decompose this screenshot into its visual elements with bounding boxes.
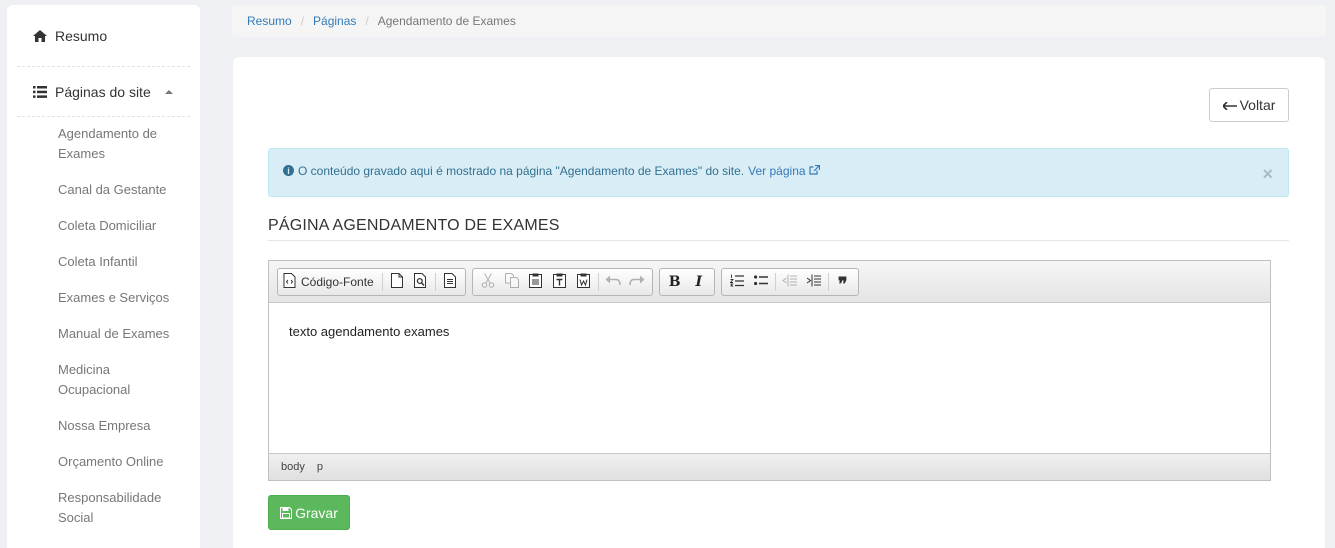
templates-button[interactable]: [438, 271, 462, 293]
breadcrumb: Resumo / Páginas / Agendamento de Exames: [232, 5, 1326, 37]
back-button-label: Voltar: [1239, 97, 1276, 113]
toolbar-separator: [597, 272, 599, 291]
external-link-icon: [809, 164, 820, 178]
toolbar-group-paragraph: ❞: [720, 267, 859, 296]
toolbar-group-basic-styles: B I: [658, 267, 715, 296]
copy-button[interactable]: [500, 271, 524, 293]
templates-icon: [443, 272, 456, 291]
paste-icon: [529, 273, 543, 291]
path-item-body[interactable]: body: [281, 461, 305, 473]
source-code-icon: [283, 272, 296, 291]
submenu-item[interactable]: Agendamento de Exames: [58, 124, 178, 180]
info-alert: i O conteúdo gravado aqui é mostrado na …: [268, 148, 1289, 197]
preview-icon: [414, 272, 427, 291]
outdent-icon: [782, 274, 798, 290]
undo-icon: [605, 274, 621, 289]
numbered-list-button[interactable]: [725, 271, 749, 293]
redo-icon: [628, 274, 645, 289]
submenu-item[interactable]: Coleta Infantil: [58, 252, 178, 288]
paste-word-button[interactable]: [572, 271, 596, 293]
list-icon: [33, 85, 47, 98]
home-icon: [33, 29, 47, 42]
toolbar-separator: [381, 272, 383, 291]
submenu-item[interactable]: Exames e Serviços: [58, 288, 178, 324]
bulleted-list-icon: [753, 274, 768, 289]
breadcrumb-link-paginas[interactable]: Páginas: [313, 14, 356, 28]
redo-button[interactable]: [625, 271, 649, 293]
indent-button[interactable]: [802, 271, 826, 293]
editor-toolbar: Código-Fonte B I ❞: [269, 261, 1270, 303]
back-button[interactable]: Voltar: [1209, 88, 1289, 122]
save-button[interactable]: Gravar: [268, 495, 350, 530]
page-title: PÁGINA AGENDAMENTO DE EXAMES: [268, 217, 1289, 241]
source-code-button[interactable]: Código-Fonte: [281, 271, 380, 293]
sidebar-item-label: Resumo: [55, 27, 108, 44]
scissors-icon: [481, 272, 495, 291]
editor-element-path: body p: [269, 453, 1270, 480]
pages-submenu: Agendamento de Exames Canal da Gestante …: [17, 117, 190, 544]
alert-text: O conteúdo gravado aqui é mostrado na pá…: [298, 164, 820, 178]
copy-icon: [504, 272, 519, 291]
submenu-item[interactable]: Nossa Empresa: [58, 416, 178, 452]
submenu-item[interactable]: Canal da Gestante: [58, 180, 178, 216]
close-icon[interactable]: ×: [1262, 165, 1273, 183]
preview-button[interactable]: [409, 271, 433, 293]
rich-text-editor: Código-Fonte B I ❞ texto agendamento exa…: [268, 260, 1271, 481]
outdent-button[interactable]: [778, 271, 802, 293]
breadcrumb-link-resumo[interactable]: Resumo: [247, 14, 292, 28]
submenu-item[interactable]: Responsabilidade Social: [58, 488, 178, 544]
undo-button[interactable]: [601, 271, 625, 293]
view-page-link[interactable]: Ver página: [748, 164, 820, 178]
numbered-list-icon: [729, 274, 744, 290]
cut-button[interactable]: [476, 271, 500, 293]
toolbar-separator: [434, 272, 436, 291]
info-icon: i: [283, 165, 294, 176]
path-item-p[interactable]: p: [317, 461, 323, 473]
paste-text-button[interactable]: [548, 271, 572, 293]
save-button-label: Gravar: [295, 504, 338, 521]
editor-content-area[interactable]: texto agendamento exames: [269, 303, 1270, 453]
bulleted-list-button[interactable]: [749, 271, 773, 293]
bold-button[interactable]: B: [663, 271, 687, 293]
paste-button[interactable]: [524, 271, 548, 293]
toolbar-group-document: Código-Fonte: [277, 267, 466, 296]
indent-icon: [806, 274, 822, 290]
new-page-icon: [390, 272, 403, 291]
save-icon: [280, 506, 293, 519]
toolbar-separator: [827, 272, 829, 291]
paste-word-icon: [577, 273, 591, 291]
toolbar-group-clipboard: [471, 267, 653, 296]
blockquote-button[interactable]: ❞: [831, 271, 855, 293]
breadcrumb-current: Agendamento de Exames: [377, 14, 516, 28]
source-code-label: Código-Fonte: [301, 274, 374, 289]
arrow-left-icon: [1221, 97, 1237, 113]
breadcrumb-separator: /: [365, 14, 369, 28]
caret-up-icon: [164, 89, 173, 94]
view-page-label: Ver página: [748, 163, 806, 178]
main-panel: Voltar i O conteúdo gravado aqui é mostr…: [233, 57, 1325, 548]
breadcrumb-separator: /: [300, 14, 305, 28]
alert-message: O conteúdo gravado aqui é mostrado na pá…: [298, 163, 745, 178]
toolbar-separator: [774, 272, 776, 291]
paste-text-icon: [553, 273, 567, 291]
submenu-item[interactable]: Medicina Ocupacional: [58, 360, 178, 416]
sidebar-item-resumo[interactable]: Resumo: [17, 5, 190, 67]
sidebar-item-paginas[interactable]: Páginas do site: [17, 67, 190, 117]
submenu-item[interactable]: Coleta Domiciliar: [58, 216, 178, 252]
italic-button[interactable]: I: [687, 271, 711, 293]
sidebar: Resumo Páginas do site Agendamento de Ex…: [7, 5, 200, 548]
submenu-item[interactable]: Manual de Exames: [58, 324, 178, 360]
submenu-item[interactable]: Orçamento Online: [58, 452, 178, 488]
sidebar-item-label: Páginas do site: [55, 83, 151, 100]
new-page-button[interactable]: [385, 271, 409, 293]
